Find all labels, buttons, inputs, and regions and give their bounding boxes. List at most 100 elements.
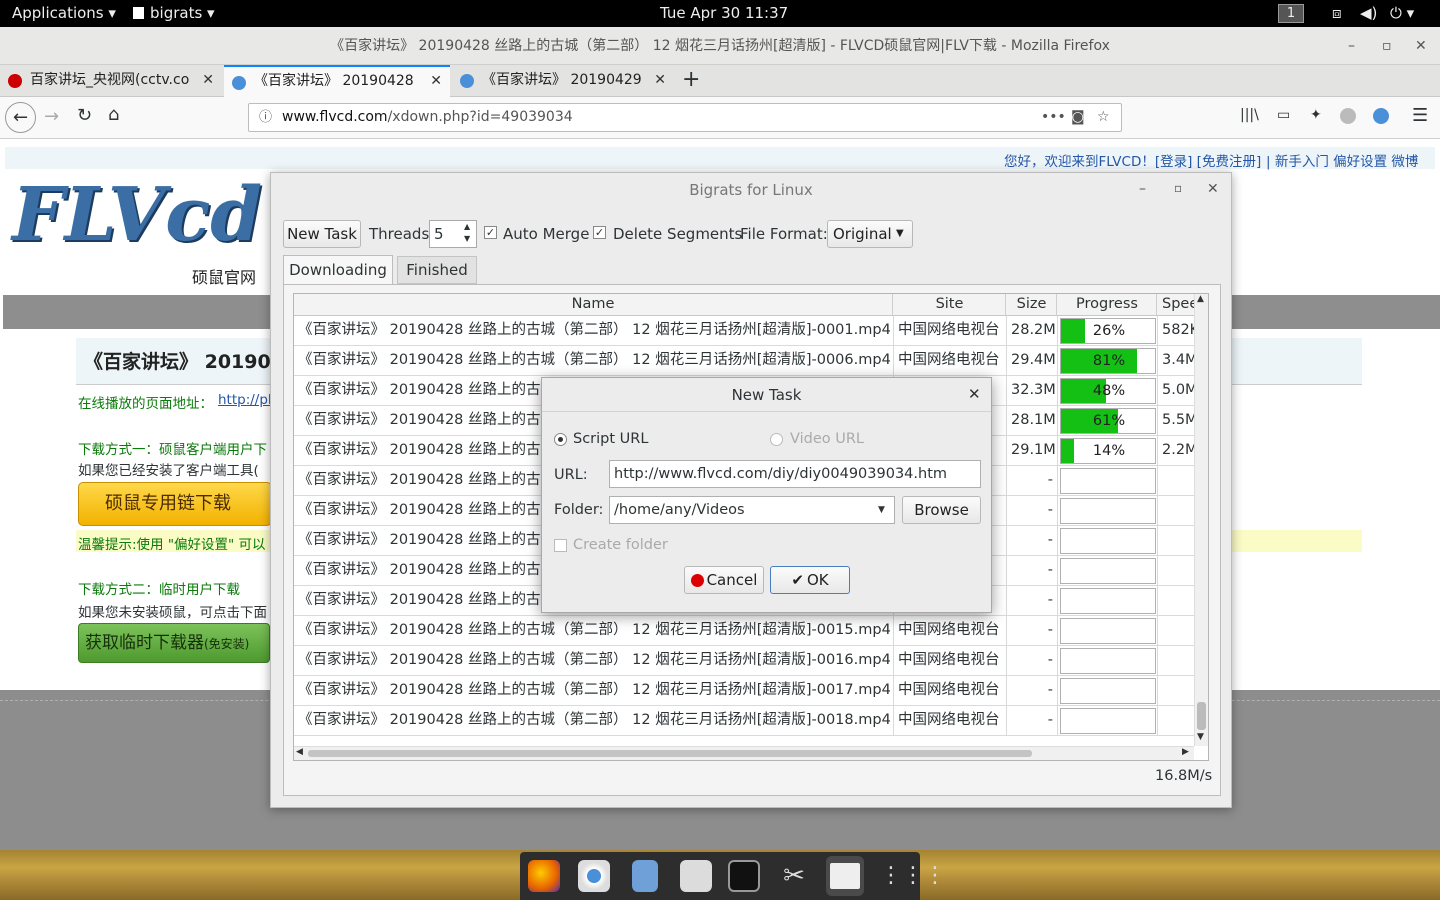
vertical-scrollbar[interactable]: ▲ ▼ bbox=[1194, 294, 1208, 746]
temp-downloader-button[interactable]: 获取临时下载器(免安装) bbox=[78, 623, 270, 663]
dialog-title: New Task bbox=[542, 378, 991, 412]
record-icon[interactable] bbox=[1340, 108, 1356, 124]
cell-size: 29.4M bbox=[1007, 346, 1058, 376]
auto-merge-checkbox[interactable]: ✓ bbox=[484, 226, 497, 239]
horizontal-scrollbar[interactable]: ◀ ▶ bbox=[294, 746, 1194, 760]
tip-text[interactable]: 温馨提示:使用 "偏好设置" 可以 bbox=[78, 533, 266, 553]
scroll-up-icon[interactable]: ▲ bbox=[1197, 294, 1204, 304]
app-grid-icon[interactable]: ⋮⋮⋮ bbox=[880, 860, 946, 892]
forward-icon[interactable]: → bbox=[44, 106, 59, 127]
tab-finished[interactable]: Finished bbox=[397, 256, 477, 284]
url-bar[interactable]: ⓘ www.flvcd.com/xdown.php?id=49039034 ••… bbox=[248, 103, 1122, 132]
cell-progress bbox=[1058, 526, 1158, 556]
table-row[interactable]: 《百家讲坛》 20190428 丝路上的古城（第二部） 12 烟花三月话扬州[超… bbox=[294, 346, 1194, 376]
folder-combo[interactable]: /home/any/Videos ▼ bbox=[609, 496, 895, 524]
tab-flvcd-0429[interactable]: 《百家讲坛》 20190429 ✕ bbox=[452, 65, 674, 97]
maximize-icon[interactable]: ▫ bbox=[1382, 27, 1392, 65]
pocket-icon[interactable]: ◙ bbox=[1071, 104, 1085, 131]
tab-close-icon[interactable]: ✕ bbox=[654, 65, 666, 96]
workspace-indicator[interactable]: 1 bbox=[1278, 4, 1304, 23]
tab-close-icon[interactable]: ✕ bbox=[202, 65, 214, 96]
reload-icon[interactable]: ↻ bbox=[77, 105, 92, 126]
cell-progress bbox=[1058, 586, 1158, 616]
tab-downloading[interactable]: Downloading bbox=[283, 255, 393, 285]
page-actions-icon[interactable]: ••• bbox=[1041, 104, 1066, 131]
extension-icon[interactable]: ✦ bbox=[1310, 107, 1322, 123]
cell-speed bbox=[1158, 466, 1194, 496]
table-row[interactable]: 《百家讲坛》 20190428 丝路上的古城（第二部） 12 烟花三月话扬州[超… bbox=[294, 676, 1194, 706]
cell-progress bbox=[1058, 706, 1158, 736]
create-folder-checkbox[interactable] bbox=[554, 539, 567, 552]
spinner-arrows-icon[interactable]: ▲ ▼ bbox=[464, 221, 470, 245]
clock[interactable]: Tue Apr 30 11:37 bbox=[660, 4, 788, 22]
globe-addon-icon[interactable] bbox=[1373, 108, 1389, 124]
network-icon[interactable]: ⧈ bbox=[1332, 4, 1342, 22]
new-task-button[interactable]: New Task bbox=[283, 220, 361, 248]
scroll-down-icon[interactable]: ▼ bbox=[1197, 732, 1204, 742]
file-format-select[interactable]: Original ▼ bbox=[827, 220, 913, 248]
app-menu[interactable]: bigrats ▾ bbox=[133, 4, 215, 22]
power-icon[interactable]: ⏻ ▾ bbox=[1390, 4, 1414, 22]
window-title: 《百家讲坛》 20190428 丝路上的古城（第二部） 12 烟花三月话扬州[超… bbox=[330, 38, 1110, 54]
col-size[interactable]: Size bbox=[1007, 294, 1057, 315]
browse-button[interactable]: Browse bbox=[902, 496, 981, 524]
url-input[interactable]: http://www.flvcd.com/diy/diy0049039034.h… bbox=[609, 460, 981, 488]
col-speed[interactable]: Spee bbox=[1158, 294, 1194, 315]
menu-icon[interactable]: ☰ bbox=[1412, 105, 1428, 126]
close-icon[interactable]: ✕ bbox=[1415, 27, 1427, 65]
script-url-radio[interactable] bbox=[554, 433, 567, 446]
col-progress[interactable]: Progress bbox=[1058, 294, 1157, 315]
cancel-button[interactable]: Cancel bbox=[684, 566, 764, 594]
scroll-right-icon[interactable]: ▶ bbox=[1182, 747, 1189, 757]
bigrats-minimize-icon[interactable]: – bbox=[1139, 181, 1146, 197]
back-icon[interactable]: ← bbox=[5, 102, 36, 133]
flvcd-logo[interactable]: FLVcd 硕鼠官网 bbox=[12, 172, 270, 287]
threads-spinner[interactable]: 5 ▲ ▼ bbox=[429, 220, 477, 248]
scroll-thumb[interactable] bbox=[1197, 702, 1206, 730]
scroll-left-icon[interactable]: ◀ bbox=[296, 747, 303, 757]
bigrats-close-icon[interactable]: ✕ bbox=[1207, 181, 1219, 197]
bookmark-star-icon[interactable]: ☆ bbox=[1097, 104, 1110, 131]
bigrats-maximize-icon[interactable]: ▫ bbox=[1174, 181, 1182, 195]
col-name[interactable]: Name bbox=[294, 294, 893, 315]
col-site[interactable]: Site bbox=[894, 294, 1006, 315]
tab-close-icon[interactable]: ✕ bbox=[430, 67, 442, 95]
dialog-close-icon[interactable]: ✕ bbox=[968, 385, 981, 403]
terminal-icon[interactable] bbox=[728, 860, 760, 892]
cell-speed: 5.5M bbox=[1162, 412, 1194, 428]
hscroll-thumb[interactable] bbox=[308, 750, 1032, 757]
clipboard-icon[interactable] bbox=[680, 860, 712, 892]
method1-label: 下载方式一：硕鼠客户端用户下 bbox=[78, 442, 267, 458]
cell-speed: 3.4M bbox=[1162, 352, 1194, 368]
firefox-icon[interactable] bbox=[528, 860, 560, 892]
library-icon[interactable]: |||\ bbox=[1240, 107, 1259, 123]
flvcd-download-button[interactable]: 硕鼠专用链下载 bbox=[78, 482, 272, 526]
sidebar-icon[interactable]: ▭ bbox=[1277, 107, 1290, 123]
video-url-radio[interactable] bbox=[770, 433, 783, 446]
table-row[interactable]: 《百家讲坛》 20190428 丝路上的古城（第二部） 12 烟花三月话扬州[超… bbox=[294, 646, 1194, 676]
chromium-icon[interactable] bbox=[578, 860, 610, 892]
tools-icon[interactable]: ✂ bbox=[778, 860, 810, 892]
ok-button[interactable]: ✔ OK bbox=[770, 566, 850, 594]
cell-progress bbox=[1058, 616, 1158, 646]
file-cabinet-icon[interactable] bbox=[632, 860, 658, 892]
cell-size: - bbox=[1007, 706, 1058, 736]
table-row[interactable]: 《百家讲坛》 20190428 丝路上的古城（第二部） 12 烟花三月话扬州[超… bbox=[294, 616, 1194, 646]
table-row[interactable]: 《百家讲坛》 20190428 丝路上的古城（第二部） 12 烟花三月话扬州[超… bbox=[294, 316, 1194, 346]
new-tab-icon[interactable]: + bbox=[682, 67, 700, 92]
minimize-icon[interactable]: – bbox=[1348, 27, 1355, 65]
tab-cctv[interactable]: 百家讲坛_央视网(cctv.co ✕ bbox=[0, 65, 222, 97]
volume-icon[interactable]: ◀) bbox=[1360, 4, 1377, 22]
delete-segments-checkbox[interactable]: ✓ bbox=[593, 226, 606, 239]
home-icon[interactable]: ⌂ bbox=[108, 104, 119, 125]
table-row[interactable]: 《百家讲坛》 20190428 丝路上的古城（第二部） 12 烟花三月话扬州[超… bbox=[294, 706, 1194, 736]
cell-name: 《百家讲坛》 20190428 丝路上的古城（第二部） 12 烟花三月话扬州[超… bbox=[294, 706, 894, 736]
bigrats-icon[interactable] bbox=[830, 863, 860, 889]
chevron-down-icon[interactable]: ▼ bbox=[878, 497, 885, 523]
applications-menu[interactable]: Applications ▾ bbox=[12, 4, 116, 22]
info-icon[interactable]: ⓘ bbox=[259, 104, 272, 131]
site-links[interactable]: | 新手入门 偏好设置 微博 bbox=[1266, 150, 1418, 170]
welcome-text[interactable]: 您好，欢迎来到FLVCD！[登录] [免费注册] bbox=[1004, 150, 1261, 170]
cell-size: 29.1M bbox=[1007, 436, 1058, 466]
tab-flvcd-0428[interactable]: 《百家讲坛》 20190428 ✕ bbox=[224, 65, 450, 97]
